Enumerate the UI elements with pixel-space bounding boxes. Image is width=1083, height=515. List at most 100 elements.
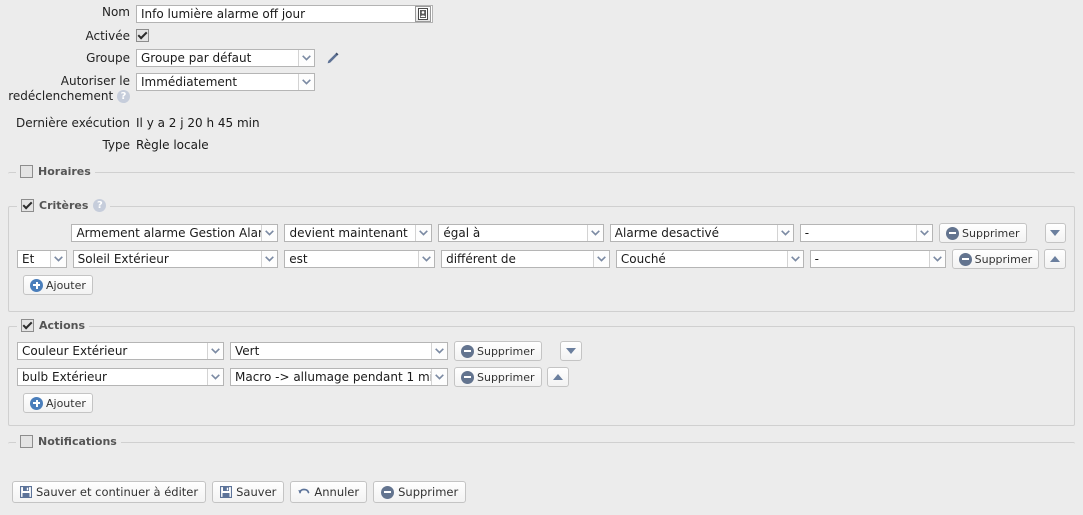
- criteria-checkbox[interactable]: [21, 199, 34, 212]
- criteria-legend: Critères ?: [17, 199, 110, 212]
- action-target-select[interactable]: bulb Extérieur: [17, 368, 224, 386]
- action-delete-button[interactable]: Supprimer: [454, 367, 542, 387]
- criteria-operator-value: égal à: [439, 225, 586, 241]
- action-command-value: Macro -> allumage pendant 1 min: [231, 369, 431, 385]
- action-delete-button[interactable]: Supprimer: [454, 341, 542, 361]
- action-move-down-button[interactable]: [560, 341, 582, 361]
- criteria-move-down-button[interactable]: [1045, 223, 1066, 243]
- chevron-down-icon: [261, 251, 277, 267]
- cancel-button[interactable]: Annuler: [290, 481, 367, 503]
- criteria-event-select[interactable]: devient maintenant: [284, 224, 432, 242]
- notifications-checkbox[interactable]: [20, 435, 33, 448]
- enabled-field-wrap: [136, 29, 149, 42]
- group-select-value: Groupe par défaut: [137, 50, 298, 66]
- group-select[interactable]: Groupe par défaut: [136, 49, 315, 67]
- chevron-down-icon: [261, 225, 277, 241]
- save-button[interactable]: Sauver: [212, 481, 284, 503]
- criteria-subject-select[interactable]: Soleil Extérieur: [73, 250, 279, 268]
- schedules-checkbox[interactable]: [20, 165, 33, 178]
- action-target-select[interactable]: Couleur Extérieur: [17, 342, 224, 360]
- criteria-delete-label: Supprimer: [962, 227, 1020, 240]
- actions-checkbox[interactable]: [21, 319, 34, 332]
- section-schedules: Horaires: [8, 172, 1075, 188]
- group-field-wrap: Groupe par défaut: [136, 49, 341, 67]
- save-and-continue-button[interactable]: Sauver et continuer à éditer: [12, 481, 206, 503]
- criteria-operator-value: différent de: [442, 251, 593, 267]
- delete-label: Supprimer: [398, 485, 458, 499]
- criteria-subject-value: Soleil Extérieur: [74, 251, 262, 267]
- triangle-up-icon: [553, 374, 563, 380]
- criteria-add-label: Ajouter: [46, 279, 86, 292]
- action-target-value: Couleur Extérieur: [18, 343, 207, 359]
- criteria-extra-value: -: [801, 225, 916, 241]
- chevron-down-icon: [587, 225, 603, 241]
- triangle-down-icon: [1050, 230, 1060, 236]
- name-field-wrap: Info lumière alarme off jour: [136, 5, 433, 23]
- help-icon-retrigger[interactable]: ?: [117, 90, 130, 103]
- notifications-legend-text: Notifications: [38, 435, 117, 448]
- criteria-add-button[interactable]: Ajouter: [23, 275, 93, 295]
- action-delete-label: Supprimer: [477, 345, 535, 358]
- floppy-disk-icon: [20, 486, 32, 498]
- footer-toolbar: Sauver et continuer à éditer Sauver An: [12, 481, 466, 503]
- chevron-down-icon: [929, 251, 945, 267]
- criteria-row: Armement alarme Gestion Alarme devient m…: [17, 223, 1066, 243]
- action-move-up-button[interactable]: [547, 367, 569, 387]
- criteria-subject-value: Armement alarme Gestion Alarme: [72, 225, 261, 241]
- schedules-legend: Horaires: [16, 165, 95, 178]
- criteria-conjunction-select[interactable]: Et: [17, 250, 67, 268]
- action-command-value: Vert: [231, 343, 431, 359]
- triangle-up-icon: [1050, 256, 1060, 262]
- enabled-checkbox[interactable]: [136, 29, 149, 42]
- contact-card-icon[interactable]: [415, 6, 431, 22]
- criteria-event-value: devient maintenant: [285, 225, 415, 241]
- chevron-down-icon: [777, 225, 793, 241]
- help-icon-criteria[interactable]: ?: [93, 199, 106, 212]
- criteria-delete-button[interactable]: Supprimer: [952, 249, 1040, 269]
- chevron-down-icon: [916, 225, 932, 241]
- cancel-label: Annuler: [314, 485, 359, 499]
- field-row-retrigger: Autoriser le redéclenchement ? Immédiate…: [0, 73, 1083, 104]
- chevron-down-icon: [298, 74, 314, 90]
- undo-arrow-icon: [298, 486, 310, 498]
- retrigger-field-wrap: Immédiatement: [136, 73, 315, 91]
- criteria-value-select[interactable]: Alarme desactivé: [610, 224, 794, 242]
- criteria-operator-select[interactable]: différent de: [441, 250, 610, 268]
- save-and-continue-label: Sauver et continuer à éditer: [36, 485, 198, 499]
- plus-circle-icon: [30, 397, 43, 410]
- criteria-value-select[interactable]: Couché: [616, 250, 804, 268]
- criteria-operator-select[interactable]: égal à: [438, 224, 603, 242]
- actions-add-button[interactable]: Ajouter: [23, 393, 93, 413]
- chevron-down-icon: [207, 343, 223, 359]
- criteria-conjunction-value: Et: [18, 251, 50, 267]
- rule-editor-page: Nom Info lumière alarme off jour: [0, 0, 1083, 515]
- name-input[interactable]: Info lumière alarme off jour: [136, 5, 433, 23]
- action-delete-label: Supprimer: [477, 371, 535, 384]
- minus-circle-icon: [461, 345, 474, 358]
- last-run-value: Il y a 2 j 20 h 45 min: [136, 116, 260, 130]
- name-label: Nom: [0, 5, 136, 19]
- delete-button[interactable]: Supprimer: [373, 481, 466, 503]
- chevron-down-icon: [431, 343, 447, 359]
- retrigger-select[interactable]: Immédiatement: [136, 73, 315, 91]
- criteria-move-up-button[interactable]: [1044, 249, 1066, 269]
- chevron-down-icon: [431, 369, 447, 385]
- criteria-delete-label: Supprimer: [975, 253, 1033, 266]
- action-command-select[interactable]: Macro -> allumage pendant 1 min: [230, 368, 448, 386]
- action-command-select[interactable]: Vert: [230, 342, 448, 360]
- criteria-delete-button[interactable]: Supprimer: [939, 223, 1027, 243]
- criteria-extra-select[interactable]: -: [810, 250, 946, 268]
- section-actions: Actions Couleur Extérieur Vert Supprimer: [8, 326, 1075, 426]
- criteria-event-select[interactable]: est: [284, 250, 435, 268]
- save-label: Sauver: [236, 485, 276, 499]
- field-row-name: Nom Info lumière alarme off jour: [0, 5, 1083, 23]
- criteria-subject-select[interactable]: Armement alarme Gestion Alarme: [71, 224, 278, 242]
- chevron-down-icon: [298, 50, 314, 66]
- field-row-enabled: Activée: [0, 29, 1083, 43]
- schedules-legend-text: Horaires: [38, 165, 91, 178]
- criteria-legend-text: Critères: [39, 199, 88, 212]
- criteria-extra-select[interactable]: -: [800, 224, 933, 242]
- pencil-icon[interactable]: [323, 49, 341, 67]
- type-value: Règle locale: [136, 138, 209, 152]
- enabled-label: Activée: [0, 29, 136, 43]
